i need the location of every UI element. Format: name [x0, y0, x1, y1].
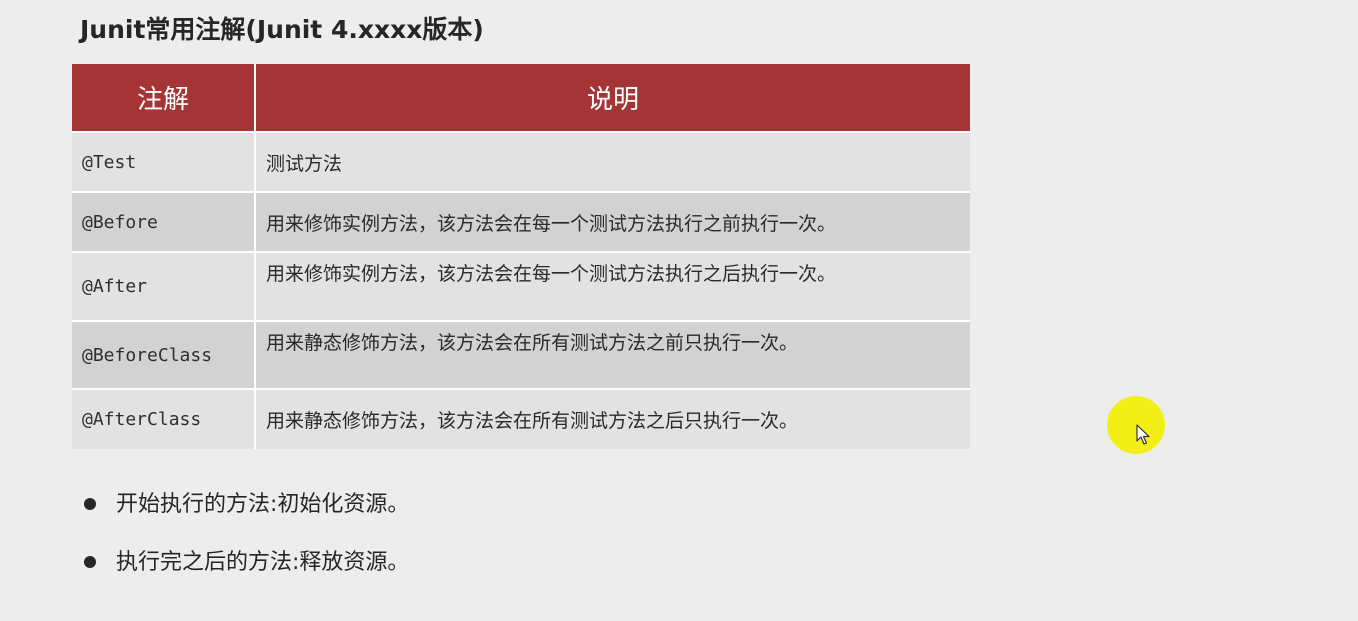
description-cell: 用来静态修饰方法，该方法会在所有测试方法之前只执行一次。	[256, 320, 970, 388]
table-row: @Before 用来修饰实例方法，该方法会在每一个测试方法执行之前执行一次。	[72, 191, 970, 251]
table-row: @BeforeClass 用来静态修饰方法，该方法会在所有测试方法之前只执行一次…	[72, 320, 970, 388]
slide-title: Junit常用注解(Junit 4.xxxx版本)	[80, 15, 484, 44]
annotation-cell: @BeforeClass	[72, 320, 256, 388]
annotation-cell: @Test	[72, 131, 256, 191]
annotation-cell: @Before	[72, 191, 256, 251]
table-row: @After 用来修饰实例方法，该方法会在每一个测试方法执行之后执行一次。	[72, 251, 970, 320]
bullet-text: 开始执行的方法:初始化资源。	[116, 492, 410, 517]
header-annotation: 注解	[72, 64, 256, 131]
table-row: @AfterClass 用来静态修饰方法，该方法会在所有测试方法之后只执行一次。	[72, 388, 970, 449]
annotation-cell: @AfterClass	[72, 388, 256, 449]
description-cell: 用来静态修饰方法，该方法会在所有测试方法之后只执行一次。	[256, 388, 970, 449]
list-item: 执行完之后的方法:释放资源。	[84, 544, 409, 602]
header-description: 说明	[256, 64, 970, 131]
description-cell: 测试方法	[256, 131, 970, 191]
description-cell: 用来修饰实例方法，该方法会在每一个测试方法执行之前执行一次。	[256, 191, 970, 251]
annotation-cell: @After	[72, 251, 256, 320]
description-cell: 用来修饰实例方法，该方法会在每一个测试方法执行之后执行一次。	[256, 251, 970, 320]
mouse-pointer-icon	[1136, 424, 1150, 445]
annotation-table: 注解 说明 @Test 测试方法 @Before 用来修饰实例方法，该方法会在每…	[72, 64, 970, 449]
bullet-dot-icon	[84, 498, 96, 510]
table-header-row: 注解 说明	[72, 64, 970, 131]
bullet-text: 执行完之后的方法:释放资源。	[116, 550, 410, 575]
bullet-dot-icon	[84, 556, 96, 568]
bullet-list: 开始执行的方法:初始化资源。 执行完之后的方法:释放资源。	[84, 486, 409, 602]
list-item: 开始执行的方法:初始化资源。	[84, 486, 409, 544]
table-row: @Test 测试方法	[72, 131, 970, 191]
